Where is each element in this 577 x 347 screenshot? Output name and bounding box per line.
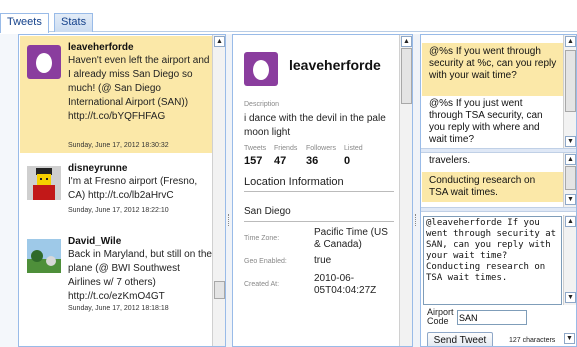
- scroll-up-icon[interactable]: ▲: [565, 216, 576, 227]
- ending-item[interactable]: travelers.: [422, 154, 564, 170]
- egg-avatar-icon: [27, 45, 61, 79]
- tweet-username[interactable]: disneyrunne: [68, 163, 127, 174]
- template-item-selected[interactable]: @%s If you went through security at %c, …: [422, 43, 564, 96]
- profile-panel: leaveherforde Description i dance with t…: [232, 34, 413, 347]
- time-zone-label: Time Zone:: [244, 235, 280, 242]
- egg-avatar-icon: [244, 52, 278, 86]
- scroll-down-icon[interactable]: ▼: [565, 292, 576, 303]
- template-item[interactable]: @%s If you just went through TSA securit…: [422, 95, 564, 147]
- scrollbar-thumb[interactable]: [214, 281, 225, 299]
- app-window: Tweets Stats leaveherforde Haven't even …: [0, 0, 577, 347]
- scroll-down-icon[interactable]: ▼: [565, 136, 576, 147]
- tweet-compose-textarea[interactable]: @leaveherforde If you went through secur…: [423, 216, 562, 305]
- profile-location: San Diego: [244, 206, 291, 217]
- send-tweet-button[interactable]: Send Tweet: [427, 332, 493, 346]
- endings-scrollbar[interactable]: ▲ ▼: [563, 153, 576, 207]
- geo-enabled-label: Geo Enabled:: [244, 258, 287, 265]
- landscape-photo-avatar-icon: [27, 239, 61, 273]
- location-header: Location Information: [244, 176, 344, 188]
- scroll-up-icon[interactable]: ▲: [565, 36, 576, 47]
- scroll-down-icon[interactable]: ▼: [564, 333, 575, 344]
- scrollbar-thumb[interactable]: [565, 50, 576, 112]
- tab-tweets[interactable]: Tweets: [0, 13, 49, 33]
- tweet-text: Haven't even left the airport and I alre…: [68, 55, 210, 122]
- tweet-username[interactable]: leaveherforde: [68, 42, 134, 53]
- stat-value-tweets: 157: [244, 155, 263, 167]
- tweet-username[interactable]: David_Wile: [68, 236, 121, 247]
- airport-code-label: Airport Code: [427, 307, 454, 326]
- created-at-label: Created At:: [244, 281, 280, 288]
- geo-enabled-value: true: [314, 255, 332, 266]
- airport-code-input[interactable]: [457, 310, 527, 325]
- stat-label-friends: Friends: [274, 145, 298, 152]
- compose-panel: @%s If you went through security at %c, …: [420, 34, 577, 347]
- stat-label-listed: Listed: [344, 145, 363, 152]
- scroll-down-icon[interactable]: ▼: [565, 194, 576, 205]
- horizontal-splitter[interactable]: [421, 148, 576, 153]
- tab-bar: Tweets Stats: [0, 10, 577, 33]
- tweet-text: Back in Maryland, but still on the plane…: [68, 249, 212, 302]
- profile-scrollbar[interactable]: ▲: [399, 35, 412, 346]
- tweet-date: Sunday, June 17, 2012 18:18:18: [68, 305, 169, 312]
- vertical-splitter[interactable]: [413, 34, 420, 347]
- tweet-item[interactable]: disneyrunne I'm at Fresno airport (Fresn…: [20, 157, 213, 219]
- tweet-list-panel: leaveherforde Haven't even left the airp…: [18, 34, 226, 347]
- stat-label-tweets: Tweets: [244, 145, 267, 152]
- scroll-up-icon[interactable]: ▲: [401, 36, 412, 47]
- tweet-date: Sunday, June 17, 2012 18:22:10: [68, 207, 169, 214]
- tweet-list-scrollbar[interactable]: ▲: [212, 35, 225, 346]
- ending-item-selected[interactable]: Conducting research on TSA wait times.: [422, 172, 564, 202]
- left-gutter: [0, 34, 18, 347]
- stat-value-listed: 0: [344, 155, 351, 167]
- character-count: 127 characters: [509, 337, 556, 344]
- scroll-up-icon[interactable]: ▲: [214, 36, 225, 47]
- scroll-up-icon[interactable]: ▲: [565, 154, 576, 165]
- stat-value-friends: 47: [274, 155, 287, 167]
- created-at-value: 2010-06-05T04:04:27Z: [314, 273, 377, 296]
- tweet-item[interactable]: David_Wile Back in Maryland, but still o…: [20, 230, 213, 320]
- templates-scrollbar[interactable]: ▲ ▼: [563, 35, 576, 148]
- description-label: Description: [244, 101, 280, 108]
- scrollbar-thumb[interactable]: [401, 48, 412, 104]
- tweet-text: I'm at Fresno airport (Fresno, CA) http:…: [68, 176, 198, 201]
- stat-value-followers: 36: [306, 155, 319, 167]
- compose-scrollbar[interactable]: ▲ ▼: [563, 215, 576, 305]
- profile-description: i dance with the devil in the pale moon …: [244, 113, 386, 138]
- tab-stats[interactable]: Stats: [54, 13, 94, 32]
- stat-label-followers: Followers: [306, 145, 336, 152]
- scrollbar-thumb[interactable]: [565, 166, 576, 190]
- tweet-date: Sunday, June 17, 2012 18:30:32: [68, 142, 169, 149]
- divider: [244, 221, 394, 222]
- time-zone-value: Pacific Time (US & Canada): [314, 227, 388, 250]
- horizontal-splitter[interactable]: [421, 207, 576, 212]
- tweet-item-selected[interactable]: leaveherforde Haven't even left the airp…: [20, 36, 213, 153]
- lego-figure-avatar-icon: [27, 166, 61, 200]
- divider: [244, 191, 394, 192]
- profile-name: leaveherforde: [289, 57, 381, 73]
